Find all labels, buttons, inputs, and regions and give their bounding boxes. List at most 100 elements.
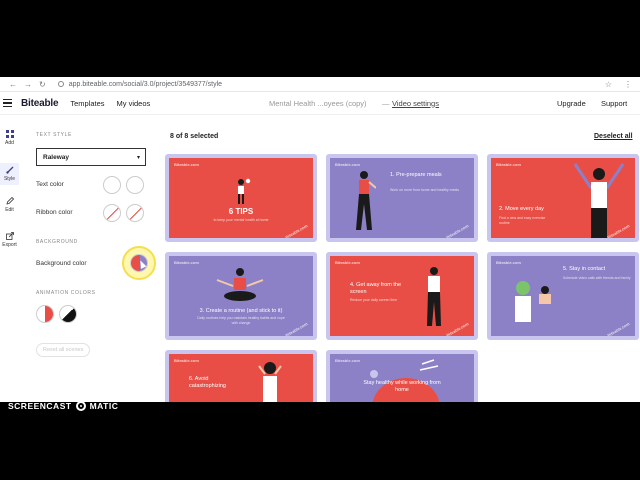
record-icon	[75, 401, 86, 411]
card-subtitle: Reduce your daily screen time	[350, 298, 398, 302]
watermark: Biteable.com	[335, 162, 360, 167]
person-illustration-icon	[427, 267, 441, 326]
rail-edit[interactable]: Edit	[0, 197, 19, 213]
browser-menu-icon[interactable]: ⋮	[624, 80, 632, 89]
scene-card-3[interactable]: Biteable.com Biteable.com 2. Move every …	[487, 154, 639, 242]
text-color-swatch-2[interactable]	[126, 176, 144, 194]
font-select-value: Raleway	[43, 153, 70, 161]
person-illustration-icon	[238, 178, 251, 204]
back-icon[interactable]: ←	[9, 80, 17, 89]
ribbon-color-label: Ribbon color	[36, 209, 73, 216]
recorded-with-label: RECORDED WITH	[8, 392, 55, 398]
video-settings-link[interactable]: Video settings	[392, 99, 439, 108]
scene-card-2[interactable]: Biteable.com Biteable.com 1. Pre-prepare…	[326, 154, 478, 242]
watermark: Biteable.com	[174, 358, 199, 363]
person-illustration-icon	[258, 362, 282, 402]
watermark: Biteable.com	[284, 223, 309, 238]
scene-card-4[interactable]: Biteable.com Biteable.com 3. Create a ro…	[165, 252, 317, 340]
app-header: Biteable Templates My videos Mental Heal…	[0, 92, 640, 115]
watermark: Biteable.com	[174, 162, 199, 167]
background-color-label: Background color	[36, 260, 87, 267]
scene-card-7[interactable]: Biteable.com 6. Avoid catastrophizing	[165, 350, 317, 402]
card-subtitle: Work on more from home and healthy meals	[390, 188, 459, 192]
bookmark-star-icon[interactable]: ☆	[605, 80, 612, 89]
watermark: Biteable.com	[284, 321, 309, 336]
card-title: Stay healthy while working from home	[363, 380, 441, 394]
watermark: Biteable.com	[496, 162, 521, 167]
address-bar[interactable]: app.biteable.com/social/3.0/project/3549…	[57, 81, 222, 88]
upgrade-link[interactable]: Upgrade	[557, 99, 586, 108]
scene-card-6[interactable]: Biteable.com Biteable.com 5. Stay in con…	[487, 252, 639, 340]
title-separator: —	[382, 98, 390, 108]
text-color-swatch-1[interactable]	[103, 176, 121, 194]
rail-export[interactable]: Export	[0, 232, 19, 248]
watermark: Biteable.com	[606, 321, 631, 336]
animation-color-swatch-2[interactable]	[59, 305, 77, 323]
project-title[interactable]: Mental Health ...oyees (copy)	[269, 99, 367, 108]
grid-icon	[5, 130, 14, 138]
person-illustration-icon	[573, 163, 625, 238]
hamburger-menu-icon[interactable]	[3, 99, 12, 107]
brand-right: MATIC	[89, 401, 119, 411]
ribbon-color-swatch-2[interactable]	[126, 204, 144, 222]
watermark: Biteable.com	[335, 358, 360, 363]
browser-actions: ☆ ⋮	[605, 80, 632, 89]
card-title: 6 TIPS	[228, 207, 254, 216]
rail-export-label: Export	[2, 242, 17, 248]
card-title: 6. Avoid catastrophizing	[189, 376, 226, 390]
app-window: ← → ↻ app.biteable.com/social/3.0/projec…	[0, 77, 640, 402]
browser-nav: ← → ↻	[9, 80, 46, 89]
text-style-heading: TEXT STYLE	[36, 132, 72, 138]
pencil-icon	[5, 197, 14, 205]
watermark: Biteable.com	[445, 321, 470, 336]
ribbon-color-swatch-1[interactable]	[103, 204, 121, 222]
rail-edit-label: Edit	[5, 207, 14, 213]
export-icon	[5, 232, 14, 240]
nav-templates[interactable]: Templates	[70, 99, 104, 108]
selected-count: 8 of 8 selected	[170, 133, 219, 140]
browser-toolbar: ← → ↻ app.biteable.com/social/3.0/projec…	[0, 77, 640, 92]
rail-style-label: Style	[3, 176, 16, 182]
left-rail: Add Style Edit Export	[0, 115, 19, 402]
watermark: Biteable.com	[496, 260, 521, 265]
rail-style[interactable]: Style	[0, 163, 19, 185]
screencast-matic-logo: SCREENCAST MATIC	[8, 401, 118, 411]
background-heading: BACKGROUND	[36, 239, 78, 245]
animation-colors-heading: ANIMATION COLORS	[36, 290, 96, 296]
person-illustration-icon	[216, 268, 264, 301]
support-link[interactable]: Support	[601, 99, 627, 108]
card-subtitle: Daily routines help you maintain healthy…	[197, 316, 285, 325]
deselect-all-link[interactable]: Deselect all	[594, 133, 633, 140]
watermark: Biteable.com	[335, 260, 360, 265]
person-illustration-icon	[356, 171, 376, 230]
card-title: 5. Stay in contact	[563, 266, 606, 272]
card-title: 2. Move every day	[499, 206, 544, 212]
nav-my-videos[interactable]: My videos	[117, 99, 151, 108]
watermark: Biteable.com	[445, 223, 470, 238]
reload-icon[interactable]: ↻	[39, 80, 46, 89]
biteable-logo[interactable]: Biteable	[21, 98, 59, 109]
scene-card-1[interactable]: Biteable.com Biteable.com 6 TIPS to keep…	[165, 154, 317, 242]
lock-icon	[57, 81, 64, 87]
reset-all-scenes-button[interactable]: Reset all scenes	[36, 343, 91, 357]
text-color-label: Text color	[36, 181, 64, 188]
chevron-down-icon: ▾	[136, 155, 140, 161]
card-title: 1. Pre-prepare meals	[390, 172, 442, 178]
font-select[interactable]: Raleway ▾	[36, 148, 146, 166]
card-subtitle: to keep your mental health at home	[213, 218, 269, 222]
card-title: 3. Create a routine (and stick to it)	[199, 308, 283, 314]
animation-color-swatch-1[interactable]	[36, 305, 54, 323]
card-subtitle: Schedule video calls with friends and fa…	[563, 276, 631, 280]
watermark: Biteable.com	[174, 260, 199, 265]
brush-icon	[5, 166, 13, 174]
rail-add[interactable]: Add	[0, 130, 19, 146]
forward-icon[interactable]: →	[24, 80, 32, 89]
card-title: 4. Get away from the screen	[350, 282, 402, 296]
rail-add-label: Add	[5, 140, 14, 146]
brand-left: SCREENCAST	[8, 401, 72, 411]
card-subtitle: Find a new and easy exercise routine	[499, 216, 546, 225]
people-illustration-icon	[515, 281, 551, 322]
scene-card-8[interactable]: Biteable.com Stay healthy while working …	[326, 350, 478, 402]
url-text[interactable]: app.biteable.com/social/3.0/project/3549…	[69, 81, 222, 88]
scene-card-5[interactable]: Biteable.com Biteable.com 4. Get away fr…	[326, 252, 478, 340]
